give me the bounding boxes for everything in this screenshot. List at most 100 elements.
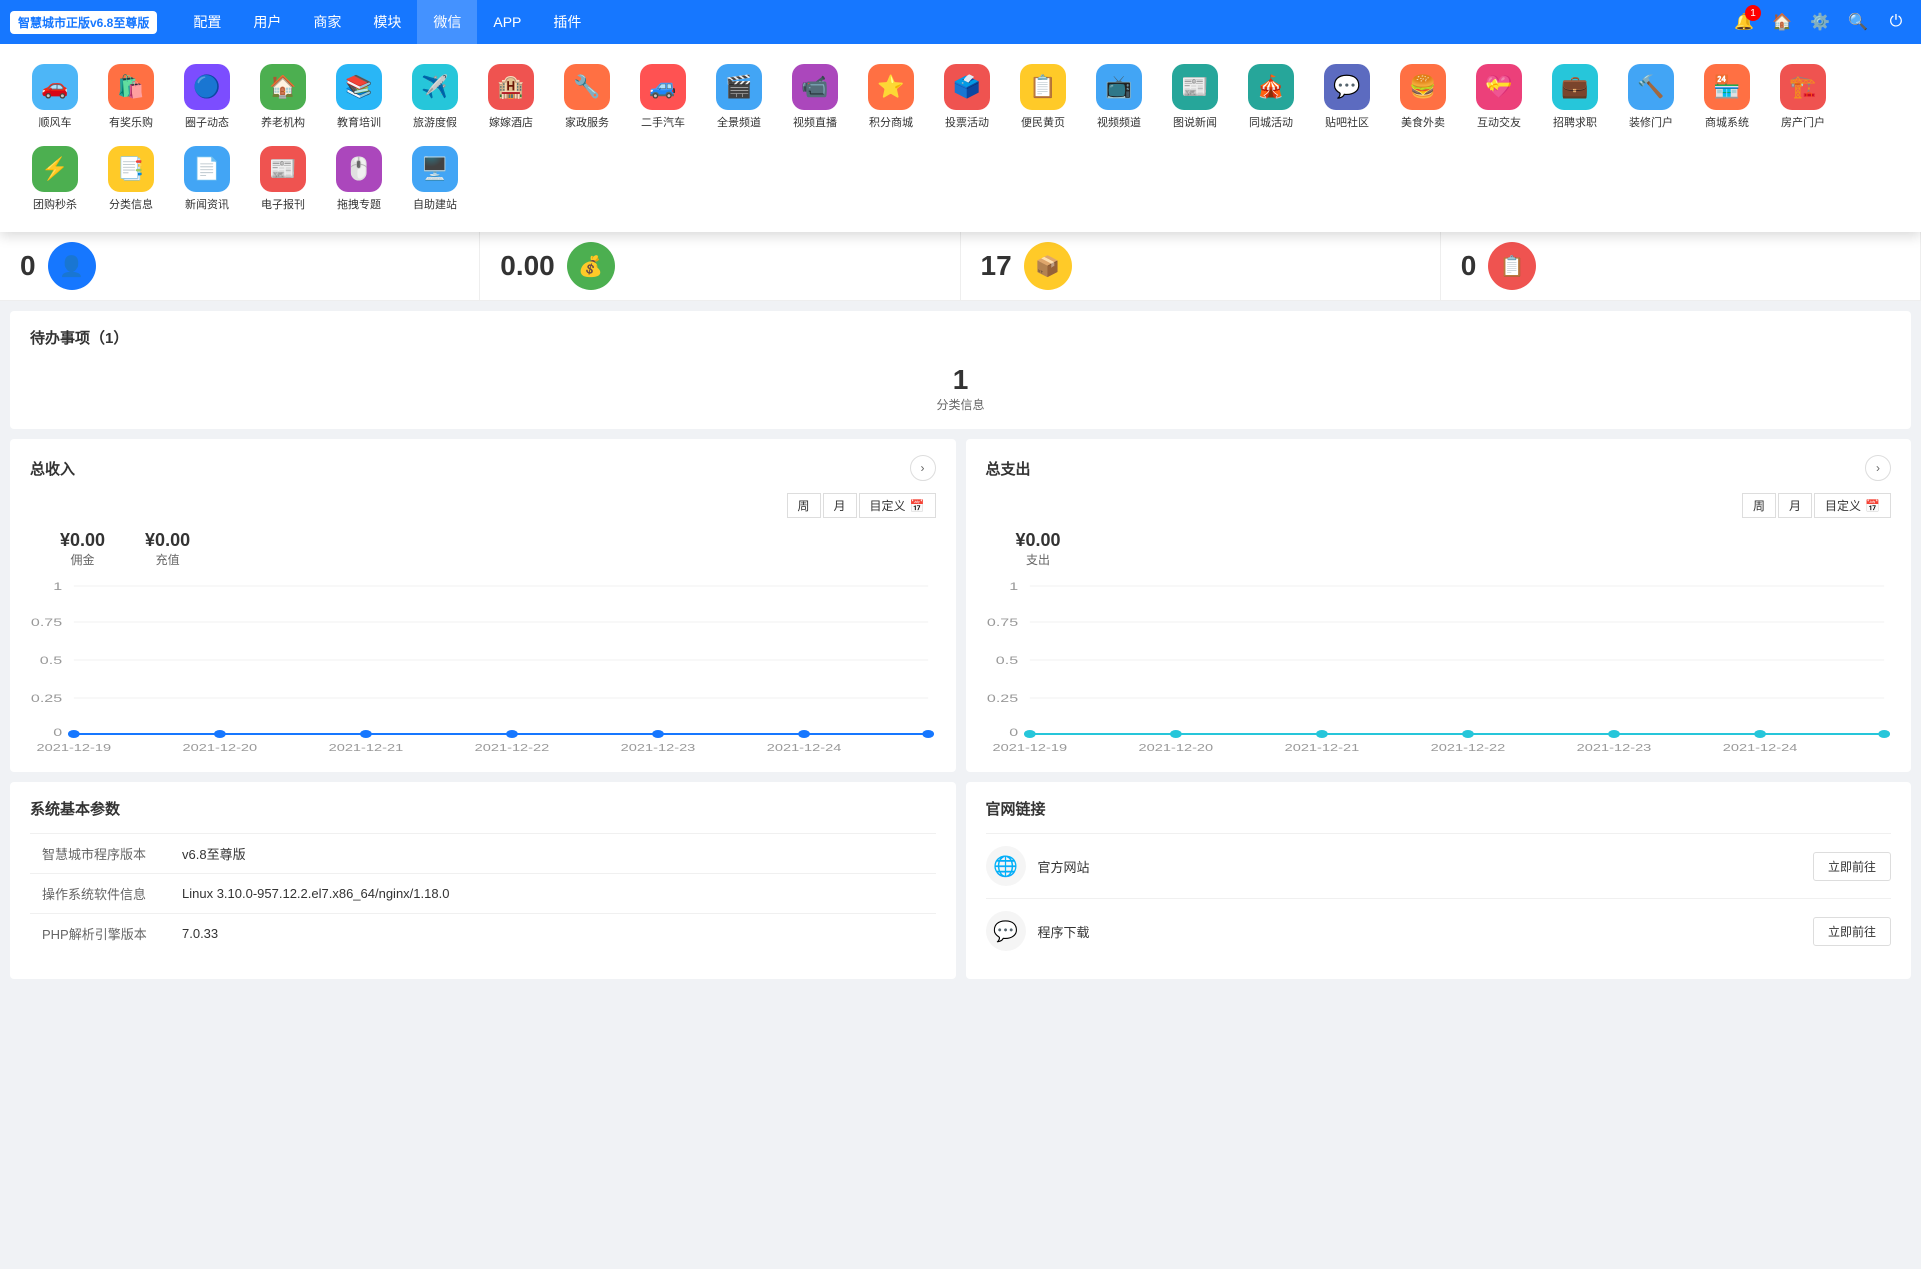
module-item-教育培训[interactable]: 📚 教育培训 [324, 60, 394, 134]
module-label: 房产门户 [1781, 114, 1825, 130]
module-item-家政服务[interactable]: 🔧 家政服务 [552, 60, 622, 134]
home-btn[interactable]: 🏠 [1767, 7, 1797, 37]
module-label: 互动交友 [1477, 114, 1521, 130]
module-item-全景频道[interactable]: 🎬 全景频道 [704, 60, 774, 134]
module-item-养老机构[interactable]: 🏠 养老机构 [248, 60, 318, 134]
expense-value-0: ¥0.00 支出 [1016, 530, 1061, 568]
module-label: 圈子动态 [185, 114, 229, 130]
module-item-旅游度假[interactable]: ✈️ 旅游度假 [400, 60, 470, 134]
nav-user[interactable]: 用户 [237, 0, 297, 44]
income-chart-area: 1 0.75 0.5 0.25 0 [30, 576, 936, 756]
module-item-拖拽专题[interactable]: 🖱️ 拖拽专题 [324, 142, 394, 216]
module-item-有奖乐购[interactable]: 🛍️ 有奖乐购 [96, 60, 166, 134]
module-label: 同城活动 [1249, 114, 1293, 130]
nav-module[interactable]: 模块 [357, 0, 417, 44]
module-label: 自助建站 [413, 196, 457, 212]
module-item-美食外卖[interactable]: 🍔 美食外卖 [1388, 60, 1458, 134]
expense-month-btn[interactable]: 月 [1778, 493, 1812, 518]
system-param-row: 操作系统软件信息Linux 3.10.0-957.12.2.el7.x86_64… [30, 874, 936, 914]
svg-text:0: 0 [1009, 726, 1018, 738]
settings-btn[interactable]: ⚙️ [1805, 7, 1835, 37]
module-icon: 📋 [1020, 64, 1066, 110]
module-item-自助建站[interactable]: 🖥️ 自助建站 [400, 142, 470, 216]
module-icon: 🏨 [488, 64, 534, 110]
link-goto-btn[interactable]: 立即前往 [1813, 852, 1891, 881]
module-icon: 🖥️ [412, 146, 458, 192]
module-item-新闻资讯[interactable]: 📄 新闻资讯 [172, 142, 242, 216]
module-item-装修门户[interactable]: 🔨 装修门户 [1616, 60, 1686, 134]
stat-0-value: 0 [20, 250, 36, 282]
stat-3: 0 📋 [1441, 232, 1921, 300]
expense-chart-card: 总支出 › 周 月 目定义 📅 ¥0.00 支出 1 0.75 0.5 0.25… [966, 439, 1912, 772]
module-icon: 🛍️ [108, 64, 154, 110]
module-item-图说新闻[interactable]: 📰 图说新闻 [1160, 60, 1230, 134]
expense-week-btn[interactable]: 周 [1742, 493, 1776, 518]
todo-title: 待办事项（1） [30, 327, 1891, 348]
module-icon: ✈️ [412, 64, 458, 110]
module-item-便民黄页[interactable]: 📋 便民黄页 [1008, 60, 1078, 134]
search-btn[interactable]: 🔍 [1843, 7, 1873, 37]
module-item-互动交友[interactable]: 💝 互动交友 [1464, 60, 1534, 134]
income-month-btn[interactable]: 月 [823, 493, 857, 518]
module-item-房产门户[interactable]: 🏗️ 房产门户 [1768, 60, 1838, 134]
module-icon: 🎬 [716, 64, 762, 110]
module-item-视频频道[interactable]: 📺 视频频道 [1084, 60, 1154, 134]
module-item-同城活动[interactable]: 🎪 同城活动 [1236, 60, 1306, 134]
module-icon: 📺 [1096, 64, 1142, 110]
official-links-card: 官网链接 🌐 官方网站 立即前往 💬 程序下载 立即前往 [966, 782, 1912, 979]
nav-config[interactable]: 配置 [177, 0, 237, 44]
svg-text:0.75: 0.75 [986, 616, 1018, 628]
module-item-团购秒杀[interactable]: ⚡ 团购秒杀 [20, 142, 90, 216]
module-label: 有奖乐购 [109, 114, 153, 130]
module-label: 旅游度假 [413, 114, 457, 130]
module-icon: 🍔 [1400, 64, 1446, 110]
module-item-贴吧社区[interactable]: 💬 贴吧社区 [1312, 60, 1382, 134]
module-item-视频直播[interactable]: 📹 视频直播 [780, 60, 850, 134]
income-value-1: ¥0.00 充值 [145, 530, 190, 568]
svg-text:2021-12-19: 2021-12-19 [992, 742, 1067, 753]
expense-nav-btn[interactable]: › [1865, 455, 1891, 481]
income-custom-btn[interactable]: 目定义 📅 [859, 493, 936, 518]
param-key: 操作系统软件信息 [30, 874, 170, 914]
income-nav-btn[interactable]: › [910, 455, 936, 481]
module-item-商城系统[interactable]: 🏪 商城系统 [1692, 60, 1762, 134]
income-week-btn[interactable]: 周 [787, 493, 821, 518]
module-item-二手汽车[interactable]: 🚙 二手汽车 [628, 60, 698, 134]
module-item-嫁嫁酒店[interactable]: 🏨 嫁嫁酒店 [476, 60, 546, 134]
module-item-分类信息[interactable]: 📑 分类信息 [96, 142, 166, 216]
stat-2-icon: 📦 [1024, 242, 1072, 290]
module-label: 视频直播 [793, 114, 837, 130]
module-grid-row2: ⚡ 团购秒杀 📑 分类信息 📄 新闻资讯 📰 电子报刊 🖱️ 拖拽专题 🖥️ 自… [20, 142, 1901, 216]
expense-custom-btn[interactable]: 目定义 📅 [1814, 493, 1891, 518]
todo-section: 待办事项（1） 1 分类信息 [10, 311, 1911, 429]
svg-text:2021-12-22: 2021-12-22 [1430, 742, 1505, 753]
svg-text:0.5: 0.5 [40, 654, 63, 666]
module-item-投票活动[interactable]: 🗳️ 投票活动 [932, 60, 1002, 134]
module-panel: 🚗 顺风车 🛍️ 有奖乐购 🔵 圈子动态 🏠 养老机构 📚 教育培训 ✈️ 旅游… [0, 44, 1921, 232]
link-icon: 💬 [986, 911, 1026, 951]
todo-name: 分类信息 [936, 396, 984, 413]
module-item-积分商城[interactable]: ⭐ 积分商城 [856, 60, 926, 134]
module-item-电子报刊[interactable]: 📰 电子报刊 [248, 142, 318, 216]
nav-items: 配置 用户 商家 模块 微信 APP 插件 [177, 0, 597, 44]
svg-text:0.5: 0.5 [995, 654, 1018, 666]
stats-bar: 0 👤 0.00 💰 17 📦 0 📋 [0, 232, 1921, 301]
power-btn[interactable]: ⏻ [1881, 7, 1911, 37]
nav-plugin[interactable]: 插件 [537, 0, 597, 44]
param-key: PHP解析引擎版本 [30, 914, 170, 954]
income-chart-title: 总收入 [30, 458, 75, 479]
nav-app[interactable]: APP [477, 0, 537, 44]
module-item-顺风车[interactable]: 🚗 顺风车 [20, 60, 90, 134]
nav-wechat[interactable]: 微信 [417, 0, 477, 44]
nav-merchant[interactable]: 商家 [297, 0, 357, 44]
link-goto-btn[interactable]: 立即前往 [1813, 917, 1891, 946]
svg-text:2021-12-24: 2021-12-24 [767, 742, 842, 753]
module-item-圈子动态[interactable]: 🔵 圈子动态 [172, 60, 242, 134]
module-item-招聘求职[interactable]: 💼 招聘求职 [1540, 60, 1610, 134]
module-icon: 📄 [184, 146, 230, 192]
expense-label-0: 支出 [1026, 551, 1050, 568]
svg-text:0.75: 0.75 [31, 616, 63, 628]
notification-btn[interactable]: 🔔 1 [1729, 7, 1759, 37]
stat-1: 0.00 💰 [480, 232, 960, 300]
system-params-title: 系统基本参数 [30, 798, 936, 819]
